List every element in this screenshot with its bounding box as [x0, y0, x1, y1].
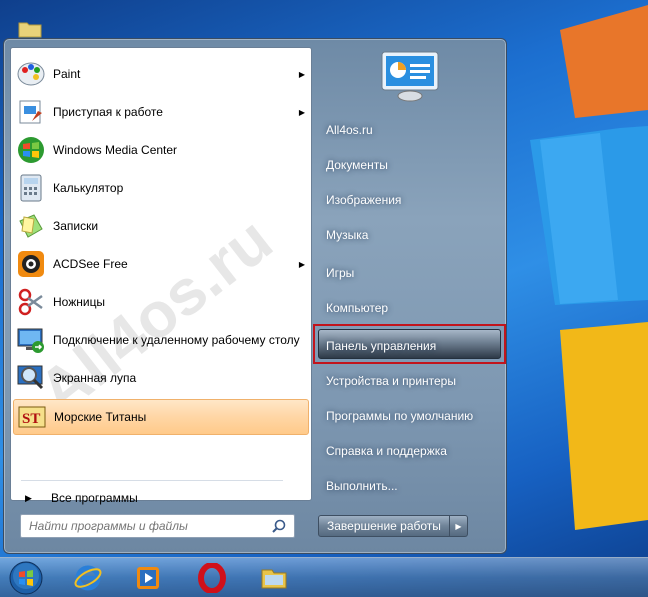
right-item-documents[interactable]: Документы [318, 150, 504, 180]
explorer-folder-icon[interactable] [254, 560, 294, 596]
search-input[interactable] [29, 519, 269, 533]
right-item-all4os[interactable]: All4os.ru [318, 115, 504, 145]
search-box[interactable] [20, 514, 295, 538]
program-label: Морские Титаны [54, 409, 147, 424]
start-orb-icon[interactable] [4, 560, 48, 596]
right-item-label: Компьютер [326, 301, 389, 315]
submenu-arrow-icon[interactable]: ▶ [295, 108, 309, 117]
svg-text:ST: ST [22, 411, 40, 427]
search-icon[interactable] [269, 519, 289, 533]
separator [21, 480, 283, 481]
triangle-right-icon: ▶ [25, 492, 32, 503]
program-item-calculator[interactable]: Калькулятор [13, 170, 309, 206]
right-item-label: Справка и поддержка [326, 444, 447, 458]
right-item-label: Изображения [326, 193, 402, 207]
right-item-label: Документы [326, 158, 388, 172]
program-label: Windows Media Center [53, 142, 178, 157]
magnifier-icon [15, 362, 47, 394]
paint-icon [15, 58, 47, 90]
folder-icon [18, 22, 42, 38]
opera-icon[interactable] [192, 560, 232, 596]
remote-desktop-icon [15, 324, 47, 356]
program-item-paint[interactable]: Paint ▶ [13, 56, 309, 92]
right-item-label: Выполнить... [326, 479, 398, 493]
program-label: Подключение к удаленному рабочему столу [53, 332, 300, 347]
shutdown-button[interactable]: Завершение работы [318, 515, 450, 537]
program-item-remote-desktop[interactable]: Подключение к удаленному рабочему столу [13, 322, 309, 358]
right-item-pictures[interactable]: Изображения [318, 185, 504, 215]
shutdown-options-arrow-icon[interactable]: ▶ [449, 515, 468, 537]
right-item-label: Игры [326, 266, 355, 280]
shutdown-group: Завершение работы ▶ [318, 515, 468, 537]
right-item-label: Музыка [326, 228, 369, 242]
program-label: Приступая к работе [53, 104, 163, 119]
internet-explorer-icon[interactable] [68, 560, 108, 596]
right-item-default-programs[interactable]: Программы по умолчанию [318, 401, 504, 431]
program-item-scissors[interactable]: Ножницы [13, 284, 309, 320]
program-item-getting-started[interactable]: Приступая к работе ▶ [13, 94, 309, 130]
right-item-devices-printers[interactable]: Устройства и принтеры [318, 366, 504, 396]
sticky-notes-icon [15, 210, 47, 242]
right-item-games[interactable]: Игры [318, 258, 504, 288]
right-item-help-support[interactable]: Справка и поддержка [318, 436, 504, 466]
all-programs-label: Все программы [51, 491, 138, 505]
sea-titans-icon: ST [16, 401, 48, 433]
start-menu: All4os.ru Paint ▶ Приступая к работе ▶ W… [3, 38, 507, 554]
program-item-sticky-notes[interactable]: Записки [13, 208, 309, 244]
right-item-control-panel[interactable]: Панель управления [318, 331, 504, 361]
media-player-icon[interactable] [128, 560, 168, 596]
right-item-run[interactable]: Выполнить... [318, 471, 504, 501]
control-panel-user-icon [381, 51, 439, 102]
program-item-acdsee[interactable]: ACDSee Free ▶ [13, 246, 309, 282]
submenu-arrow-icon[interactable]: ▶ [295, 260, 309, 269]
all-programs-button[interactable]: ▶ Все программы [21, 488, 301, 508]
program-label: Экранная лупа [53, 370, 137, 385]
right-item-label: Устройства и принтеры [326, 374, 456, 388]
acdsee-icon [15, 248, 47, 280]
program-label: Калькулятор [53, 180, 124, 195]
right-item-label: Панель управления [326, 339, 437, 353]
media-center-icon [15, 134, 47, 166]
programs-pane: All4os.ru Paint ▶ Приступая к работе ▶ W… [10, 47, 312, 505]
scissors-icon [15, 286, 47, 318]
right-item-label: Программы по умолчанию [326, 409, 474, 423]
program-item-magnifier[interactable]: Экранная лупа [13, 360, 309, 396]
program-label: Ножницы [53, 294, 106, 309]
program-item-media-center[interactable]: Windows Media Center [13, 132, 309, 168]
program-label: Paint [53, 66, 81, 81]
right-item-computer[interactable]: Компьютер [318, 293, 504, 323]
right-item-music[interactable]: Музыка [318, 220, 504, 250]
program-label: Записки [53, 218, 99, 233]
program-label: ACDSee Free [53, 256, 128, 271]
calculator-icon [15, 172, 47, 204]
program-item-sea-titans[interactable]: ST Морские Титаны [13, 399, 309, 435]
getting-started-icon [15, 96, 47, 128]
right-item-label: All4os.ru [326, 123, 373, 137]
taskbar [0, 557, 648, 597]
submenu-arrow-icon[interactable]: ▶ [295, 70, 309, 79]
